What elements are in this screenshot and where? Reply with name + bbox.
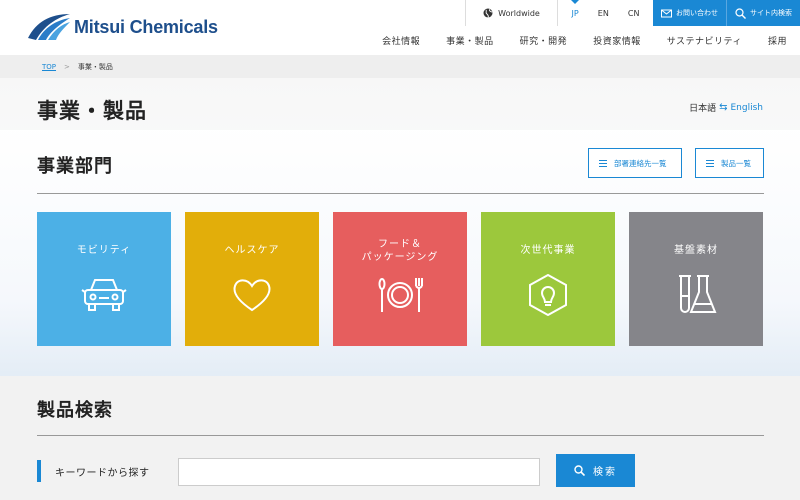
car-icon xyxy=(81,279,127,311)
breadcrumb-current: 事業・製品 xyxy=(77,62,113,71)
nav-investors[interactable]: 投資家情報 xyxy=(580,34,654,47)
lang-switch-ja: 日本語 xyxy=(689,104,717,114)
department-contacts-label: 部署連絡先一覧 xyxy=(614,158,667,168)
utility-bar: Worldwide JP EN CN お問い合わせ サイト内検索 xyxy=(465,0,800,26)
site-header: Mitsui Chemicals Worldwide JP EN CN お問い合… xyxy=(0,0,800,55)
list-icon xyxy=(706,159,714,167)
language-selector: JP EN CN xyxy=(557,0,653,26)
tile-basic-materials[interactable]: 基盤素材 xyxy=(629,212,763,346)
divider xyxy=(37,193,764,194)
search-button-label: 検索 xyxy=(593,467,617,478)
logo-text: Mitsui Chemicals xyxy=(74,16,218,37)
worldwide-label: Worldwide xyxy=(498,8,540,18)
division-tiles: モビリティ ヘルスケア フード＆ パッケージング 次世代事業 基盤素材 xyxy=(37,212,763,346)
tile-food-packaging[interactable]: フード＆ パッケージング xyxy=(333,212,467,346)
site-search-label: サイト内検索 xyxy=(750,9,792,17)
product-list-label: 製品一覧 xyxy=(721,158,751,168)
tile-label: モビリティ xyxy=(76,245,132,256)
lang-switch-en[interactable]: English xyxy=(731,103,764,113)
page-title: 事業・製品 xyxy=(37,99,147,123)
keyword-label: キーワードから探す xyxy=(37,460,150,482)
lang-cn[interactable]: CN xyxy=(628,9,640,18)
heart-icon xyxy=(233,279,271,312)
contact-button[interactable]: お問い合わせ xyxy=(653,0,726,26)
search-button[interactable]: 検索 xyxy=(556,454,635,487)
lang-en[interactable]: EN xyxy=(598,9,609,18)
nav-company[interactable]: 会社情報 xyxy=(369,34,433,47)
flask-icon xyxy=(679,275,717,313)
tile-label: 次世代事業 xyxy=(520,245,576,256)
tile-label: 基盤素材 xyxy=(674,245,718,256)
list-icon xyxy=(599,159,607,167)
breadcrumb-chevron-icon: > xyxy=(64,62,70,71)
nav-sustainability[interactable]: サステナビリティ xyxy=(654,34,755,47)
contact-label: お問い合わせ xyxy=(676,9,718,17)
globe-icon xyxy=(483,8,493,18)
search-icon xyxy=(735,7,746,19)
tile-next-generation[interactable]: 次世代事業 xyxy=(481,212,615,346)
swap-arrow-icon: ⇆ xyxy=(719,102,728,113)
mail-icon xyxy=(661,9,672,17)
site-search-button[interactable]: サイト内検索 xyxy=(726,0,800,26)
nav-business[interactable]: 事業・製品 xyxy=(433,34,507,47)
lang-jp[interactable]: JP xyxy=(571,0,580,18)
nav-careers[interactable]: 採用 xyxy=(755,34,800,47)
product-list-button[interactable]: 製品一覧 xyxy=(695,148,764,178)
keyword-input[interactable] xyxy=(178,458,540,486)
search-icon xyxy=(574,465,585,476)
lightbulb-icon xyxy=(529,274,567,316)
tile-mobility[interactable]: モビリティ xyxy=(37,212,171,346)
breadcrumb-home[interactable]: TOP xyxy=(42,63,56,71)
division-title: 事業部門 xyxy=(37,156,113,177)
search-title: 製品検索 xyxy=(37,400,113,421)
tile-healthcare[interactable]: ヘルスケア xyxy=(185,212,319,346)
language-switch[interactable]: 日本語 ⇆ English xyxy=(689,101,763,114)
plate-cutlery-icon xyxy=(378,278,423,312)
global-nav: 会社情報 事業・製品 研究・開発 投資家情報 サステナビリティ 採用 xyxy=(369,26,800,55)
breadcrumb: TOP > 事業・製品 xyxy=(0,55,800,78)
main-content: 事業・製品 日本語 ⇆ English 事業部門 部署連絡先一覧 製品一覧 モビ… xyxy=(0,78,800,376)
tile-label: フード＆ パッケージング xyxy=(361,239,439,263)
nav-research[interactable]: 研究・開発 xyxy=(507,34,581,47)
worldwide-link[interactable]: Worldwide xyxy=(465,0,557,26)
logo-mark-icon xyxy=(28,14,70,40)
department-contacts-button[interactable]: 部署連絡先一覧 xyxy=(588,148,682,178)
tile-label: ヘルスケア xyxy=(224,245,280,256)
logo[interactable]: Mitsui Chemicals xyxy=(26,12,218,42)
product-search-section: 製品検索 キーワードから探す 検索 xyxy=(0,376,800,500)
divider xyxy=(37,435,764,436)
